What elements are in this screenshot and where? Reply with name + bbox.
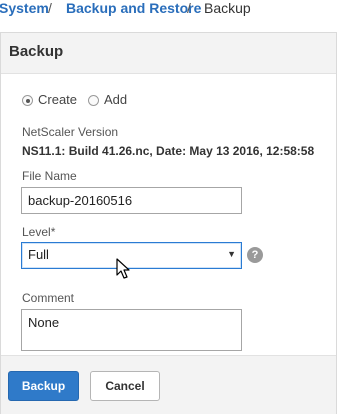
level-select-value: Full [28,247,49,262]
create-radio-button[interactable] [22,95,33,106]
level-select[interactable]: Full ▼ [21,242,242,269]
breadcrumb-current: Backup [204,0,251,16]
add-radio-button[interactable] [88,95,99,106]
file-name-input[interactable]: backup-20160516 [21,187,242,214]
file-name-label: File Name [22,169,77,183]
comment-label: Comment [22,291,75,305]
breadcrumb-separator: / [187,0,191,16]
breadcrumb: System / Backup and Restore / Backup [0,0,337,26]
panel-header: Backup [1,33,336,74]
comment-textarea[interactable]: None [21,309,242,351]
version-value: NS11.1: Build 41.26.nc, Date: May 13 201… [22,144,315,158]
chevron-down-icon: ▼ [227,249,236,259]
help-icon[interactable]: ? [247,247,263,263]
mouse-cursor-icon [116,258,130,279]
create-radio-label[interactable]: Create [38,92,77,107]
version-label: NetScaler Version [22,125,119,139]
breadcrumb-backup-restore-link[interactable]: Backup and Restore [66,0,201,18]
add-radio-option[interactable]: Add [88,92,127,107]
backup-panel: Backup Create Add NetScaler Version NS11… [0,32,337,414]
panel-title: Backup [9,43,64,60]
panel-footer: Backup Cancel [1,356,336,414]
breadcrumb-separator: / [48,0,52,16]
breadcrumb-system-link[interactable]: System [0,0,49,18]
create-radio-option[interactable]: Create [22,92,77,107]
cancel-button[interactable]: Cancel [90,371,160,401]
level-label: Level* [22,225,56,239]
add-radio-label[interactable]: Add [104,92,127,107]
backup-button[interactable]: Backup [8,371,79,401]
